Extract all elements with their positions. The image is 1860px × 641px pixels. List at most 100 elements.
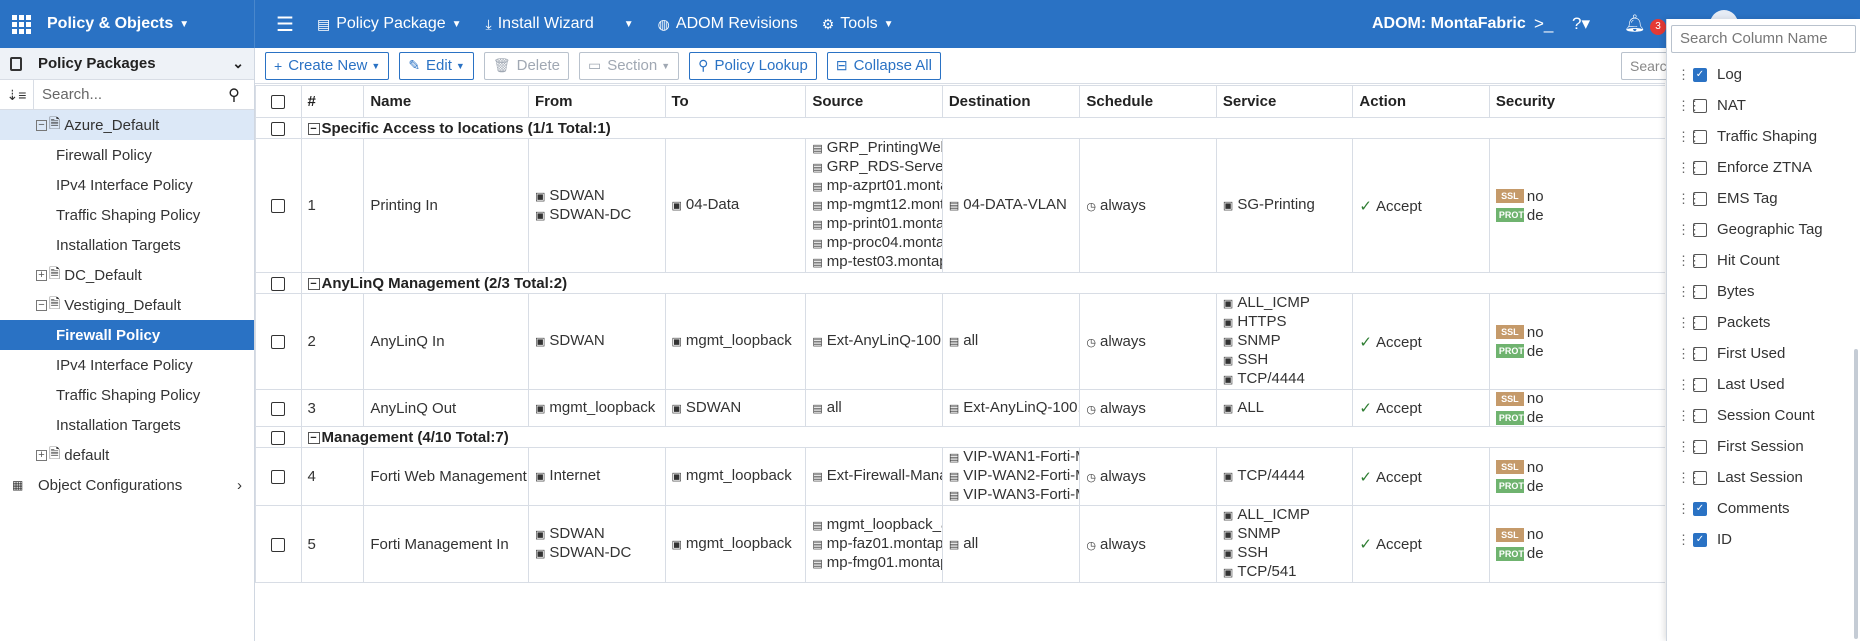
drag-handle-icon[interactable]: ⋮⋮ [1677,408,1701,424]
security-cell[interactable]: SSL no PROT de [1488,138,1665,273]
table-cell[interactable]: ▣ ALL_ICMP ▣ SNMP ▣ SSH ▣ TCP/541 [1215,505,1354,583]
action-cell[interactable]: ✓ Accept [1352,447,1490,506]
tree-package[interactable]: − 🗎︎ Vestiging_Default [0,290,254,320]
column-header[interactable]: Service [1215,85,1354,118]
table-cell[interactable]: ▣ mgmt_loopback [528,389,666,427]
policy-name[interactable]: Printing In [363,138,529,273]
row-checkbox[interactable] [271,121,286,136]
row-checkbox[interactable] [271,401,286,416]
column-checkbox[interactable] [1693,315,1707,330]
topnav-item[interactable]: ▤ Policy Package ▼ [305,0,474,48]
row-checkbox[interactable] [271,470,286,485]
table-cell[interactable]: ▣ 04-Data [664,138,807,273]
column-checkbox[interactable] [1693,439,1707,454]
row-checkbox[interactable] [271,430,286,445]
column-option[interactable]: ⋮⋮ Enforce ZTNA [1667,152,1860,183]
column-header[interactable]: Schedule [1079,85,1217,118]
drag-handle-icon[interactable]: ⋮⋮ [1677,439,1701,455]
select-all-checkbox-cell[interactable] [255,85,302,118]
tree-sub-item[interactable]: Firewall Policy [0,320,254,350]
row-checkbox[interactable] [271,199,286,214]
table-cell[interactable]: ▣ TCP/4444 [1215,447,1354,506]
cli-console-icon[interactable]: >_ [1534,0,1553,48]
create-new-button[interactable]: + Create New ▼ [265,51,390,80]
security-cell[interactable]: SSL no PROT de [1488,389,1665,427]
collapse-icon[interactable]: − [36,119,47,131]
policy-packages-header[interactable]: Policy Packages ⌄ [0,48,254,80]
apps-grid-icon[interactable] [12,14,31,34]
column-header[interactable]: Name [363,85,529,118]
topnav-item[interactable]: ⚙ Tools ▼ [810,0,906,48]
table-cell[interactable]: ▣ mgmt_loopback [664,293,807,390]
adom-label[interactable]: ADOM: MontaFabric [1372,0,1526,48]
policy-name[interactable]: Forti Web Management In [363,447,529,506]
schedule-cell[interactable]: ◷ always [1079,389,1217,427]
topnav-item[interactable]: ◍ ADOM Revisions [646,0,810,48]
column-option[interactable]: ⋮⋮ First Session [1667,431,1860,462]
policy-name[interactable]: AnyLinQ In [363,293,529,390]
table-cell[interactable]: ▤ VIP-WAN1-Forti-M ▤ VIP-WAN2-Forti-M ▤ VIP-W… [941,447,1081,506]
column-header[interactable]: # [300,85,365,118]
column-checkbox[interactable] [1693,377,1707,392]
tree-sub-item[interactable]: Traffic Shaping Policy [0,380,254,410]
tree-sub-item[interactable]: Traffic Shaping Policy [0,200,254,230]
column-header[interactable]: Source [805,85,943,118]
drag-handle-icon[interactable]: ⋮⋮ [1677,532,1701,548]
row-checkbox[interactable] [271,335,286,350]
table-cell[interactable]: ▣ ALL_ICMP ▣ HTTPS ▣ SNMP ▣ SSH ▣ TCP/4444 [1215,293,1354,390]
chevron-down-icon[interactable]: ⌄ [232,55,244,72]
column-option[interactable]: ⋮⋮ First Used [1667,338,1860,369]
column-option[interactable]: ⋮⋮ Hit Count [1667,245,1860,276]
select-all-checkbox[interactable] [271,95,286,110]
column-option[interactable]: ⋮⋮ Last Session [1667,462,1860,493]
tree-sub-item[interactable]: IPv4 Interface Policy [0,350,254,380]
row-checkbox-cell[interactable] [255,426,302,448]
column-option[interactable]: ⋮⋮ Traffic Shaping [1667,121,1860,152]
row-checkbox-cell[interactable] [255,505,302,583]
schedule-cell[interactable]: ◷ always [1079,293,1217,390]
table-cell[interactable]: ▤ all [941,293,1081,390]
table-row[interactable]: 5 Forti Management In ▣ SDWAN ▣ SDWAN-DC ▣ mgmt… [255,505,1665,583]
chevron-down-icon[interactable]: ▼ [884,19,894,30]
column-checkbox[interactable] [1693,470,1707,485]
section-row[interactable]: − Management (4/10 Total:7) [255,426,1665,448]
row-checkbox-cell[interactable] [255,117,302,139]
drag-handle-icon[interactable]: ⋮⋮ [1677,346,1701,362]
section-title-cell[interactable]: − Specific Access to locations (1/1 Total… [300,117,1665,139]
search-icon[interactable]: ⚲ [214,85,254,105]
column-checkbox[interactable] [1693,408,1707,423]
chevron-down-icon[interactable]: ▼ [624,19,634,30]
table-cell[interactable]: ▤ Ext-AnyLinQ-100. [941,389,1081,427]
policy-name[interactable]: AnyLinQ Out [363,389,529,427]
tree-sub-item[interactable]: Installation Targets [0,230,254,260]
help-icon[interactable]: ?▾ [1572,0,1590,48]
security-cell[interactable]: SSL no PROT de [1488,505,1665,583]
table-cell[interactable]: ▣ mgmt_loopback [664,447,807,506]
column-header[interactable]: To [664,85,807,118]
column-option[interactable]: ⋮⋮ ✓ Log [1667,59,1860,90]
table-cell[interactable]: ▣ SDWAN [664,389,807,427]
column-checkbox[interactable]: ✓ [1693,67,1707,82]
column-option[interactable]: ⋮⋮ Bytes [1667,276,1860,307]
edit-button[interactable]: ✎ Edit ▼ [399,51,474,80]
column-checkbox[interactable] [1693,191,1707,206]
tree-package[interactable]: − 🗎︎ Azure_Default [0,110,254,140]
action-cell[interactable]: ✓ Accept [1352,389,1490,427]
sort-icon[interactable]: ⇣≡ [0,79,34,110]
tree-sub-item[interactable]: Firewall Policy [0,140,254,170]
drag-handle-icon[interactable]: ⋮⋮ [1677,67,1701,83]
tree-sub-item[interactable]: IPv4 Interface Policy [0,170,254,200]
row-checkbox[interactable] [271,276,286,291]
section-title-cell[interactable]: − AnyLinQ Management (2/3 Total:2) [300,272,1665,294]
section-row[interactable]: − Specific Access to locations (1/1 Total… [255,117,1665,139]
collapse-icon[interactable]: − [307,277,320,290]
table-cell[interactable]: ▣ Internet [528,447,666,506]
expand-icon[interactable]: + [36,449,47,461]
table-cell[interactable]: ▣ SDWAN ▣ SDWAN-DC [528,505,666,583]
table-cell[interactable]: ▣ mgmt_loopback [664,505,807,583]
drag-handle-icon[interactable]: ⋮⋮ [1677,470,1701,486]
section-row[interactable]: − AnyLinQ Management (2/3 Total:2) [255,272,1665,294]
table-cell[interactable]: ▤ 04-DATA-VLAN [941,138,1081,273]
dropdown-scrollbar[interactable] [1854,349,1858,639]
schedule-cell[interactable]: ◷ always [1079,138,1217,273]
